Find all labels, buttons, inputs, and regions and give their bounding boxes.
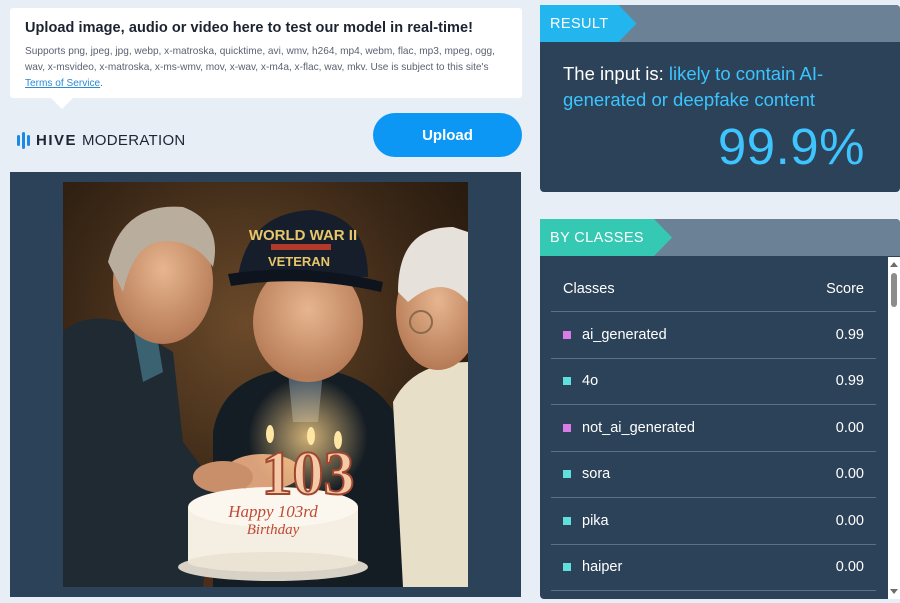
classes-scrollbar[interactable]: [888, 257, 900, 599]
class-score: 0.99: [835, 373, 864, 390]
cap-text-2: VETERAN: [268, 254, 330, 269]
upload-title: Upload image, audio or video here to tes…: [25, 20, 473, 36]
supported-formats-end: .: [100, 78, 103, 89]
class-color-swatch: [563, 563, 571, 572]
image-preview-panel: WORLD WAR II VETERAN Happy 103rd Birthda…: [10, 172, 521, 597]
class-name-cell: ai_generated: [563, 327, 667, 343]
supported-formats: Supports png, jpeg, jpg, webp, x-matrosk…: [25, 46, 495, 73]
class-name-cell: pika: [563, 513, 609, 529]
class-rows: ai_generated 0.99 4o 0.99 not_ai_generated 0.…: [551, 312, 876, 591]
supported-formats-text: Supports png, jpeg, jpg, webp, x-matrosk…: [25, 44, 506, 92]
class-color-swatch: [563, 423, 571, 432]
classes-table: Classes Score ai_generated 0.99 4o 0.99 not_…: [551, 267, 876, 591]
classes-panel: BY CLASSES Classes Score ai_generated 0.9…: [540, 219, 900, 599]
class-row: 4o 0.99: [551, 359, 876, 405]
class-name: ai_generated: [582, 326, 667, 343]
hive-logo-icon: [17, 131, 30, 149]
upload-button[interactable]: Upload: [373, 113, 522, 157]
column-header-classes: Classes: [563, 281, 615, 297]
uploaded-image: WORLD WAR II VETERAN Happy 103rd Birthda…: [63, 182, 468, 587]
result-prefix: The input is:: [563, 63, 669, 84]
class-row: ai_generated 0.99: [551, 312, 876, 359]
column-header-score: Score: [826, 281, 864, 297]
class-color-swatch: [563, 470, 571, 479]
upload-info-card: Upload image, audio or video here to tes…: [10, 8, 522, 109]
class-score: 0.00: [835, 559, 864, 576]
class-score: 0.00: [835, 512, 864, 529]
class-score: 0.99: [835, 326, 864, 343]
class-name: pika: [582, 512, 609, 529]
classes-header: BY CLASSES: [540, 219, 900, 256]
class-name-cell: haiper: [563, 559, 622, 575]
class-row: not_ai_generated 0.00: [551, 405, 876, 452]
scroll-thumb[interactable]: [891, 273, 897, 307]
class-name-cell: sora: [563, 466, 610, 482]
result-panel: RESULT The input is: likely to contain A…: [540, 5, 900, 192]
result-header: RESULT: [540, 5, 900, 42]
class-color-swatch: [563, 377, 571, 386]
classes-tag: BY CLASSES: [540, 219, 672, 256]
cap-text-1: WORLD WAR II: [249, 227, 357, 244]
scroll-up-arrow-icon[interactable]: [890, 262, 898, 267]
result-summary: The input is: likely to contain AI-gener…: [563, 61, 873, 113]
logo-brand: HIVE: [36, 131, 78, 149]
table-header: Classes Score: [551, 267, 876, 312]
hive-moderation-logo: HIVE MODERATION: [17, 130, 186, 150]
cake-number: 103: [262, 440, 355, 508]
class-color-swatch: [563, 330, 571, 339]
class-score: 0.00: [835, 419, 864, 436]
terms-of-service-link[interactable]: Terms of Service: [25, 78, 100, 89]
class-name: 4o: [582, 373, 599, 390]
scroll-down-arrow-icon[interactable]: [890, 589, 898, 594]
class-name-cell: not_ai_generated: [563, 420, 695, 436]
class-name: haiper: [582, 559, 623, 576]
result-percentage: 99.9%: [717, 118, 865, 175]
class-score: 0.00: [835, 466, 864, 483]
class-row: sora 0.00: [551, 452, 876, 498]
class-name: sora: [582, 466, 611, 483]
logo-product: MODERATION: [82, 131, 186, 149]
class-row: pika 0.00: [551, 498, 876, 545]
result-tag: RESULT: [540, 5, 637, 42]
class-color-swatch: [563, 516, 571, 525]
cake-text-2: Birthday: [247, 522, 300, 538]
class-name-cell: 4o: [563, 373, 598, 389]
class-name: not_ai_generated: [582, 419, 695, 436]
class-row: haiper 0.00: [551, 545, 876, 591]
